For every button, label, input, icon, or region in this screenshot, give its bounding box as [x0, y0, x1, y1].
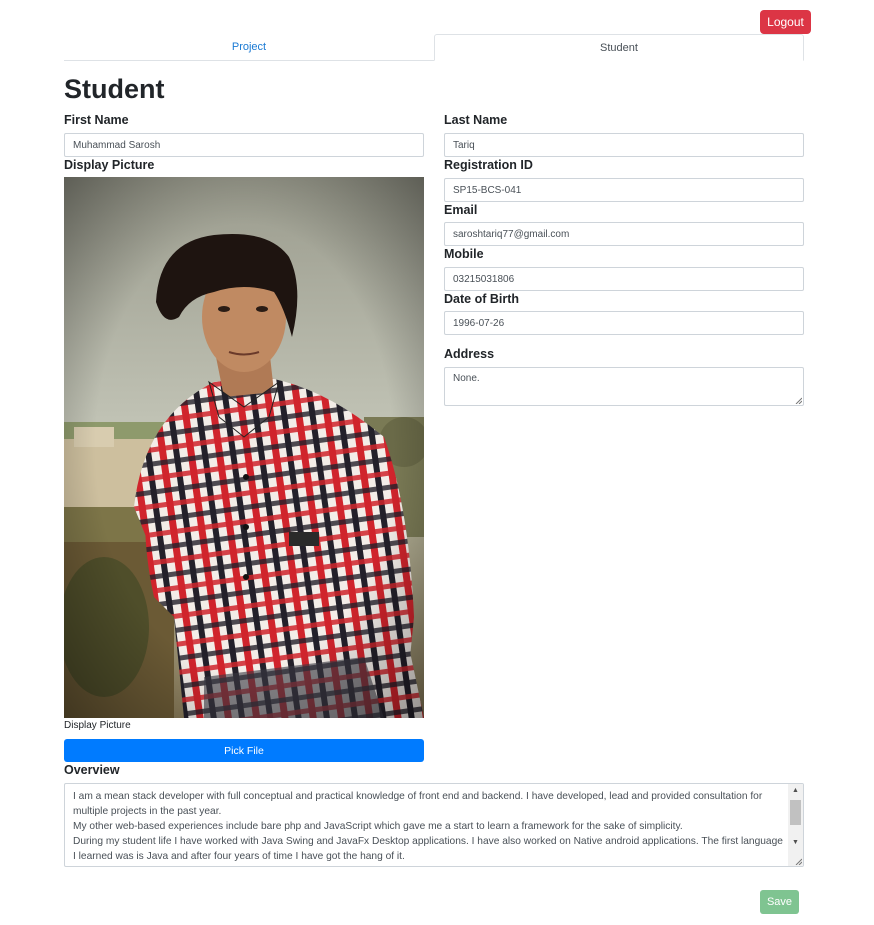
logout-button[interactable]: Logout: [760, 10, 811, 34]
address-label: Address: [444, 347, 495, 361]
registration-id-field[interactable]: [444, 178, 804, 202]
first-name-field[interactable]: [64, 133, 424, 157]
resize-grip-icon[interactable]: [795, 858, 802, 865]
tab-student[interactable]: Student: [434, 34, 804, 61]
email-field[interactable]: [444, 222, 804, 246]
first-name-label: First Name: [64, 113, 129, 127]
page-title: Student: [64, 74, 165, 104]
overview-field[interactable]: I am a mean stack developer with full co…: [64, 783, 804, 867]
registration-id-label: Registration ID: [444, 158, 533, 172]
tab-project[interactable]: Project: [64, 34, 434, 60]
overview-line: During my student life I have worked wit…: [73, 836, 783, 862]
scrollbar-thumb[interactable]: [790, 800, 801, 825]
overview-scrollbar[interactable]: ▲ ▼: [788, 784, 803, 866]
resize-grip-icon[interactable]: [795, 397, 802, 404]
display-picture-caption: Display Picture: [64, 720, 131, 731]
email-label: Email: [444, 203, 478, 217]
pick-file-button[interactable]: Pick File: [64, 739, 424, 762]
scroll-down-arrow-icon[interactable]: ▼: [788, 836, 803, 850]
mobile-field[interactable]: [444, 267, 804, 291]
tab-bar: Project Student: [64, 34, 804, 61]
last-name-label: Last Name: [444, 113, 508, 127]
overview-label: Overview: [64, 763, 120, 777]
overview-text: I am a mean stack developer with full co…: [73, 789, 787, 864]
save-button[interactable]: Save: [760, 890, 799, 914]
display-picture-label: Display Picture: [64, 158, 155, 172]
scroll-up-arrow-icon[interactable]: ▲: [788, 784, 803, 798]
overview-line: I am a mean stack developer with full co…: [73, 791, 763, 817]
date-of-birth-field[interactable]: [444, 311, 804, 335]
date-of-birth-label: Date of Birth: [444, 292, 519, 306]
address-field[interactable]: None.: [444, 367, 804, 406]
overview-line: My other web-based experiences include b…: [73, 821, 683, 832]
mobile-label: Mobile: [444, 247, 484, 261]
display-picture-image: [64, 177, 424, 718]
last-name-field[interactable]: [444, 133, 804, 157]
